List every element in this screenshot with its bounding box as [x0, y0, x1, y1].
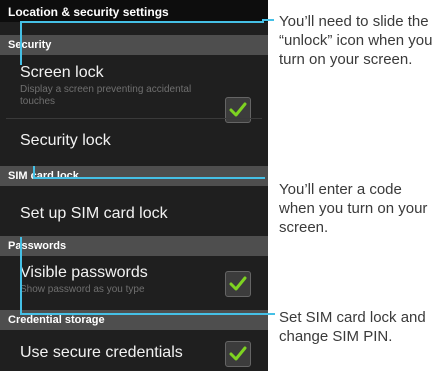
secure-credentials-checkbox[interactable] — [225, 341, 251, 367]
callout-line-unlock — [20, 21, 264, 23]
checkmark-icon — [229, 346, 247, 361]
callout-sim: Set SIM card lock and change SIM PIN. — [279, 309, 426, 345]
callout-line-unlock — [20, 21, 22, 65]
callout-line-sim — [20, 296, 22, 314]
visible-passwords-summary: Show password as you type — [20, 284, 145, 295]
callout-line-unlock — [262, 19, 274, 21]
section-passwords: Passwords — [0, 236, 268, 256]
settings-screen: Location & security settings Security Sc… — [0, 0, 268, 371]
callout-line-sim — [20, 313, 275, 315]
screen-lock-checkbox[interactable] — [225, 97, 251, 123]
screen-lock-title: Screen lock — [20, 64, 104, 81]
screen-lock-summary: Display a screen preventing accidental t… — [20, 84, 192, 107]
checkmark-icon — [229, 276, 247, 291]
divider — [6, 118, 262, 119]
callout-code: You’ll enter a code when you turn on you… — [279, 181, 428, 236]
security-lock-title: Security lock — [20, 132, 111, 149]
callout-unlock: You’ll need to slide the “unlock” icon w… — [279, 13, 433, 68]
callout-line-sim — [20, 237, 22, 297]
screen-title: Location & security settings — [0, 0, 268, 22]
sim-lock-item[interactable]: Set up SIM card lock — [0, 205, 268, 223]
section-security: Security — [0, 35, 268, 55]
security-lock-item[interactable]: Security lock — [0, 132, 268, 150]
section-sim-card-lock: SIM card lock — [0, 166, 268, 186]
sim-lock-title: Set up SIM card lock — [20, 205, 168, 222]
checkmark-icon — [229, 102, 247, 117]
callout-line-code — [33, 177, 265, 179]
visible-passwords-checkbox[interactable] — [225, 271, 251, 297]
